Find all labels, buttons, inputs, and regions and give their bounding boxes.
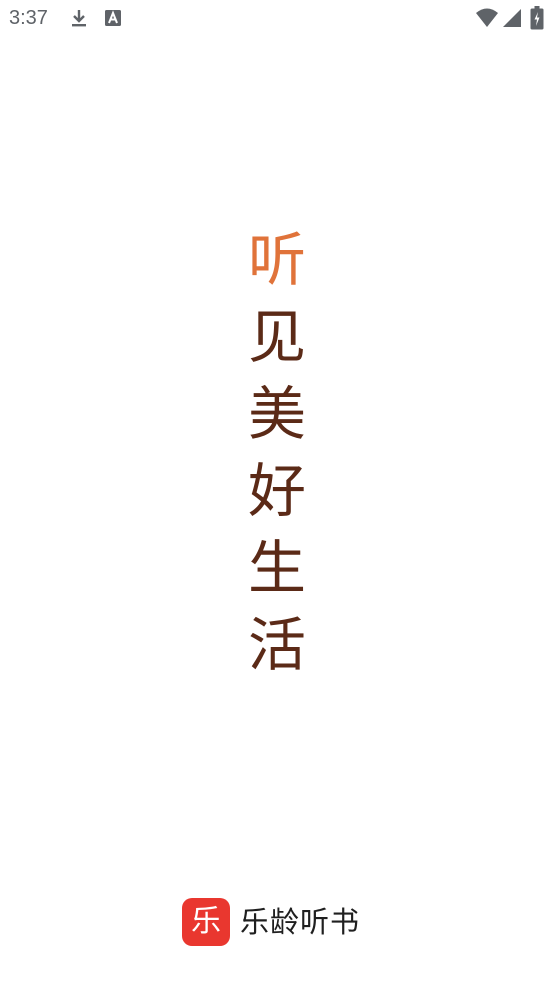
status-bar: 3:37 — [0, 0, 554, 38]
slogan-char: 生 — [247, 534, 306, 602]
app-logo-icon: 乐 — [182, 898, 230, 946]
signal-icon — [503, 9, 521, 27]
brand: 乐 乐龄听书 — [182, 897, 360, 947]
slogan-char: 听 — [247, 226, 306, 294]
app-name: 乐龄听书 — [240, 905, 361, 939]
slogan: 听 见 美 好 生 活 — [0, 222, 554, 684]
status-time: 3:37 — [9, 7, 48, 29]
splash-screen: 3:37 听 见 美 好 生 活 乐 乐龄听书 — [0, 0, 554, 984]
wifi-icon — [476, 8, 498, 27]
slogan-char: 美 — [247, 380, 306, 448]
slogan-char: 活 — [247, 611, 306, 679]
download-icon — [72, 10, 86, 27]
slogan-char: 好 — [247, 457, 306, 525]
battery-icon — [530, 6, 544, 30]
slogan-char: 见 — [247, 303, 306, 371]
text-a-icon — [105, 10, 121, 26]
